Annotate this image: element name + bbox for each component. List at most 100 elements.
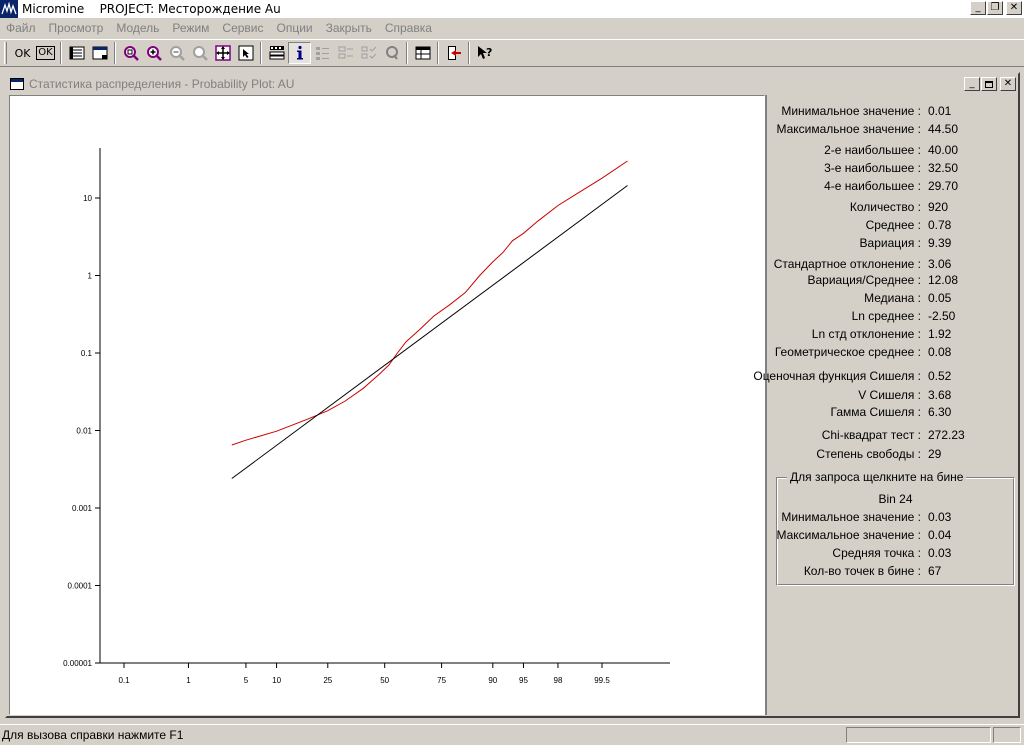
stat-label: Количество : — [849, 200, 921, 214]
query-button[interactable] — [380, 42, 403, 64]
stat-value: 6.30 — [928, 405, 952, 419]
lognormal-fit-line — [231, 185, 628, 479]
bin-stat-value: 0.03 — [928, 510, 952, 524]
stat-value: 0.01 — [928, 104, 952, 118]
child-maximize-button[interactable] — [981, 77, 997, 91]
info-button[interactable] — [288, 42, 311, 64]
form-button[interactable] — [65, 42, 88, 64]
bin-query-group: Для запроса щелкните на бине Bin 24 Минима… — [776, 470, 1015, 586]
zoom-in-button[interactable] — [142, 42, 165, 64]
exit-button[interactable] — [442, 42, 465, 64]
stat-value: 32.50 — [928, 161, 959, 175]
stat-value: 29 — [928, 447, 942, 461]
stat-value: 12.08 — [928, 273, 959, 287]
restore-button[interactable]: ❐ — [987, 1, 1003, 15]
stat-max-value: Максимальное значение : 44.50 — [767, 122, 1018, 136]
stat-value: 0.08 — [928, 345, 952, 359]
title-bar[interactable]: Micromine PROJECT: Месторождение Au _ ❐ … — [0, 0, 1024, 18]
close-button[interactable]: ✕ — [1006, 1, 1022, 15]
y-tick-label: 0.00001 — [63, 659, 92, 668]
probability-plot-svg[interactable]: 0.00001 0.0001 0.001 0.01 0.1 1 10 0.1 1 5 10 25 50 7… — [10, 96, 764, 714]
app-window: Micromine PROJECT: Месторождение Au _ ❐ … — [0, 0, 1024, 745]
toolbar-separator — [468, 42, 470, 64]
stat-label: Геометрическое среднее : — [774, 345, 921, 359]
bin-stat-value: 67 — [928, 564, 942, 578]
menu-model[interactable]: Модель — [116, 21, 159, 35]
maximize-icon — [985, 80, 993, 88]
child-close-button[interactable]: ✕ — [1000, 77, 1016, 91]
stat-degrees-of-freedom: Степень свободы : 29 — [767, 447, 1018, 461]
x-tick-label: 95 — [519, 676, 528, 685]
stat-sichel-gamma: Гамма Сишеля : 6.30 — [767, 405, 1018, 419]
stat-count: Количество : 920 — [767, 200, 1018, 214]
window-button[interactable] — [88, 42, 111, 64]
toolbar-separator — [437, 42, 439, 64]
legend-list-button[interactable] — [311, 42, 334, 64]
menu-mode[interactable]: Режим — [172, 21, 209, 35]
child-minimize-button[interactable]: _ — [964, 77, 980, 91]
x-tick-label: 10 — [272, 676, 281, 685]
stat-std-deviation: Стандартное отклонение : 3.06 — [767, 257, 1018, 271]
stat-value: 272.23 — [928, 428, 965, 442]
legend-list-icon — [315, 47, 329, 60]
context-help-button[interactable]: ? — [473, 42, 496, 64]
pan-button[interactable] — [211, 42, 234, 64]
stat-value: 920 — [928, 200, 949, 214]
select-arrow-icon — [238, 45, 253, 61]
histogram-button[interactable] — [265, 42, 288, 64]
menu-help[interactable]: Справка — [385, 21, 432, 35]
stat-value: 40.00 — [928, 143, 959, 157]
x-tick-label: 75 — [437, 676, 446, 685]
stat-label: V Сишеля : — [858, 388, 921, 402]
stat-value: 44.50 — [928, 122, 959, 136]
zoom-window-button[interactable] — [119, 42, 142, 64]
ok-boxed-button[interactable]: OK — [34, 42, 57, 64]
svg-text:?: ? — [486, 46, 492, 59]
menu-options[interactable]: Опции — [277, 21, 313, 35]
menu-bar: Файл Просмотр Модель Режим Сервис Опции … — [0, 19, 1024, 37]
x-tick-label: 1 — [186, 676, 191, 685]
minimize-icon: _ — [969, 78, 975, 89]
menu-file[interactable]: Файл — [6, 21, 36, 35]
stat-sichel-v: V Сишеля : 3.68 — [767, 388, 1018, 402]
stat-label: Среднее : — [865, 218, 921, 232]
window-controls: _ ❐ ✕ — [970, 1, 1022, 15]
child-window-title: Статистика распределения - Probability P… — [29, 77, 295, 91]
app-title: Micromine PROJECT: Месторождение Au — [22, 2, 281, 16]
menu-service[interactable]: Сервис — [222, 21, 263, 35]
x-tick-label: 90 — [488, 676, 497, 685]
legend-check-button[interactable] — [357, 42, 380, 64]
child-window-icon — [10, 78, 24, 90]
table-button[interactable] — [411, 42, 434, 64]
select-button[interactable] — [234, 42, 257, 64]
stat-ln-std: Ln стд отклонение : 1.92 — [767, 327, 1018, 341]
exit-door-icon — [447, 46, 461, 60]
status-text: Для вызова справки нажмите F1 — [2, 728, 184, 742]
legend-check-icon — [361, 46, 376, 59]
y-tick-label: 0.01 — [76, 427, 92, 436]
legend-grid-button[interactable] — [334, 42, 357, 64]
stat-label: 2-е наибольшее : — [824, 143, 921, 157]
zoom-out-button[interactable] — [165, 42, 188, 64]
y-tick-label: 0.001 — [72, 504, 93, 513]
ok-label: OK — [14, 46, 31, 60]
zoom-out-icon — [169, 46, 185, 61]
menu-view[interactable]: Просмотр — [49, 21, 104, 35]
y-tick-label: 10 — [83, 194, 92, 203]
zoom-previous-button[interactable] — [188, 42, 211, 64]
menu-close[interactable]: Закрыть — [326, 21, 372, 35]
stat-third-largest: 3-е наибольшее : 32.50 — [767, 161, 1018, 175]
stat-label: Максимальное значение : — [776, 122, 921, 136]
probability-plot[interactable]: 0.00001 0.0001 0.001 0.01 0.1 1 10 0.1 1 5 10 25 50 7… — [9, 95, 765, 715]
bin-stat-label: Кол-во точек в бине : — [803, 564, 921, 578]
stat-label: Оценочная функция Сишеля : — [753, 369, 921, 383]
child-title-bar[interactable]: Статистика распределения - Probability P… — [7, 74, 1018, 94]
minimize-button[interactable]: _ — [970, 1, 986, 15]
y-tick-label: 0.1 — [81, 349, 93, 358]
ok-button[interactable]: OK — [11, 42, 34, 64]
toolbar-grip[interactable] — [4, 42, 7, 64]
stat-value: -2.50 — [928, 309, 956, 323]
bin-query-legend: Для запроса щелкните на бине — [787, 470, 967, 484]
stat-value: 3.68 — [928, 388, 952, 402]
x-tick-label: 25 — [323, 676, 332, 685]
